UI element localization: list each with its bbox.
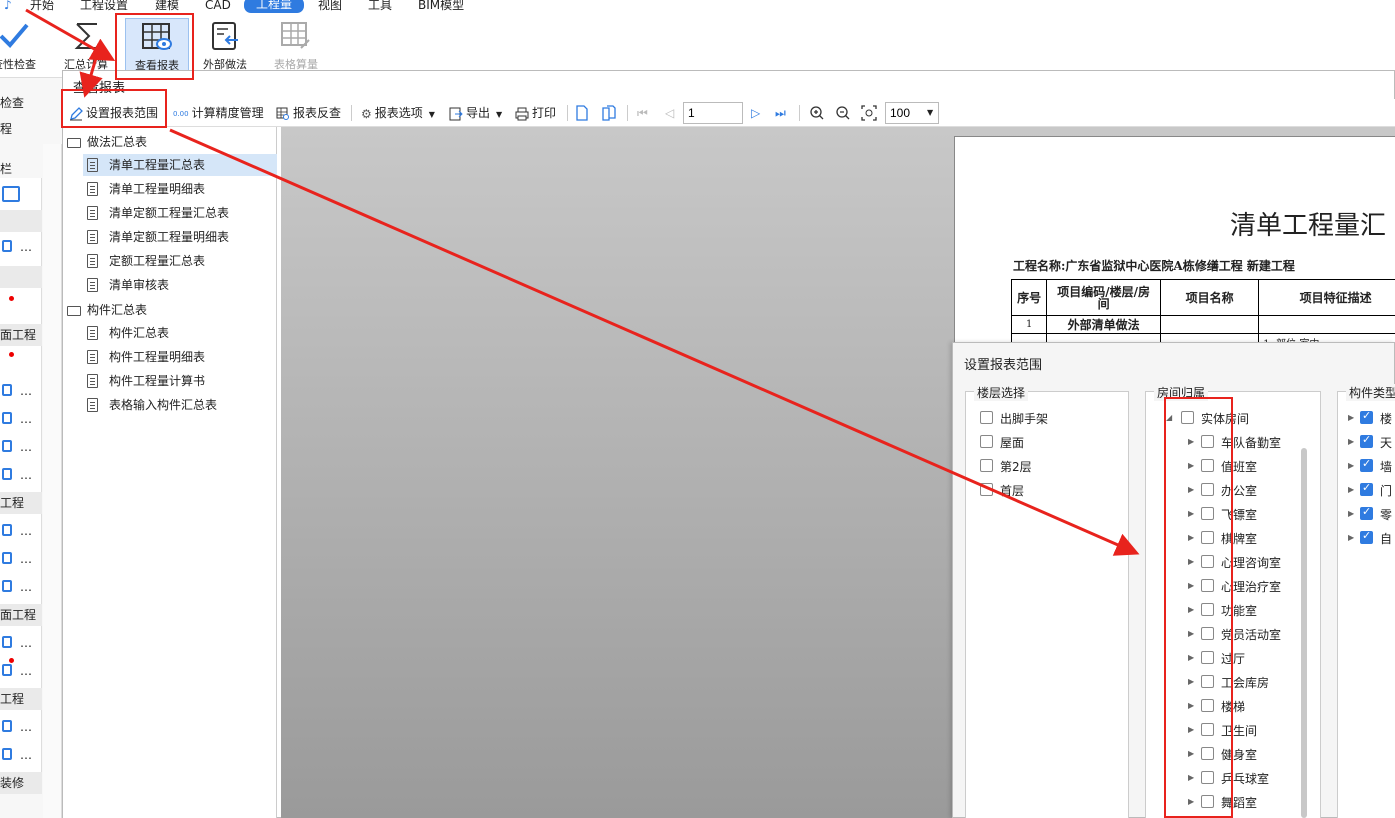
arrow-to-set-range [79, 57, 103, 98]
arrow-to-view-report [25, 8, 116, 61]
arrow-to-room-list [169, 128, 1140, 556]
annotation-arrows [25, 8, 1140, 556]
app-root: ♪ 开始 工程设置 建模 CAD 工程量 视图 工具 BIM模型 查性检查 汇总… [0, 0, 1395, 818]
